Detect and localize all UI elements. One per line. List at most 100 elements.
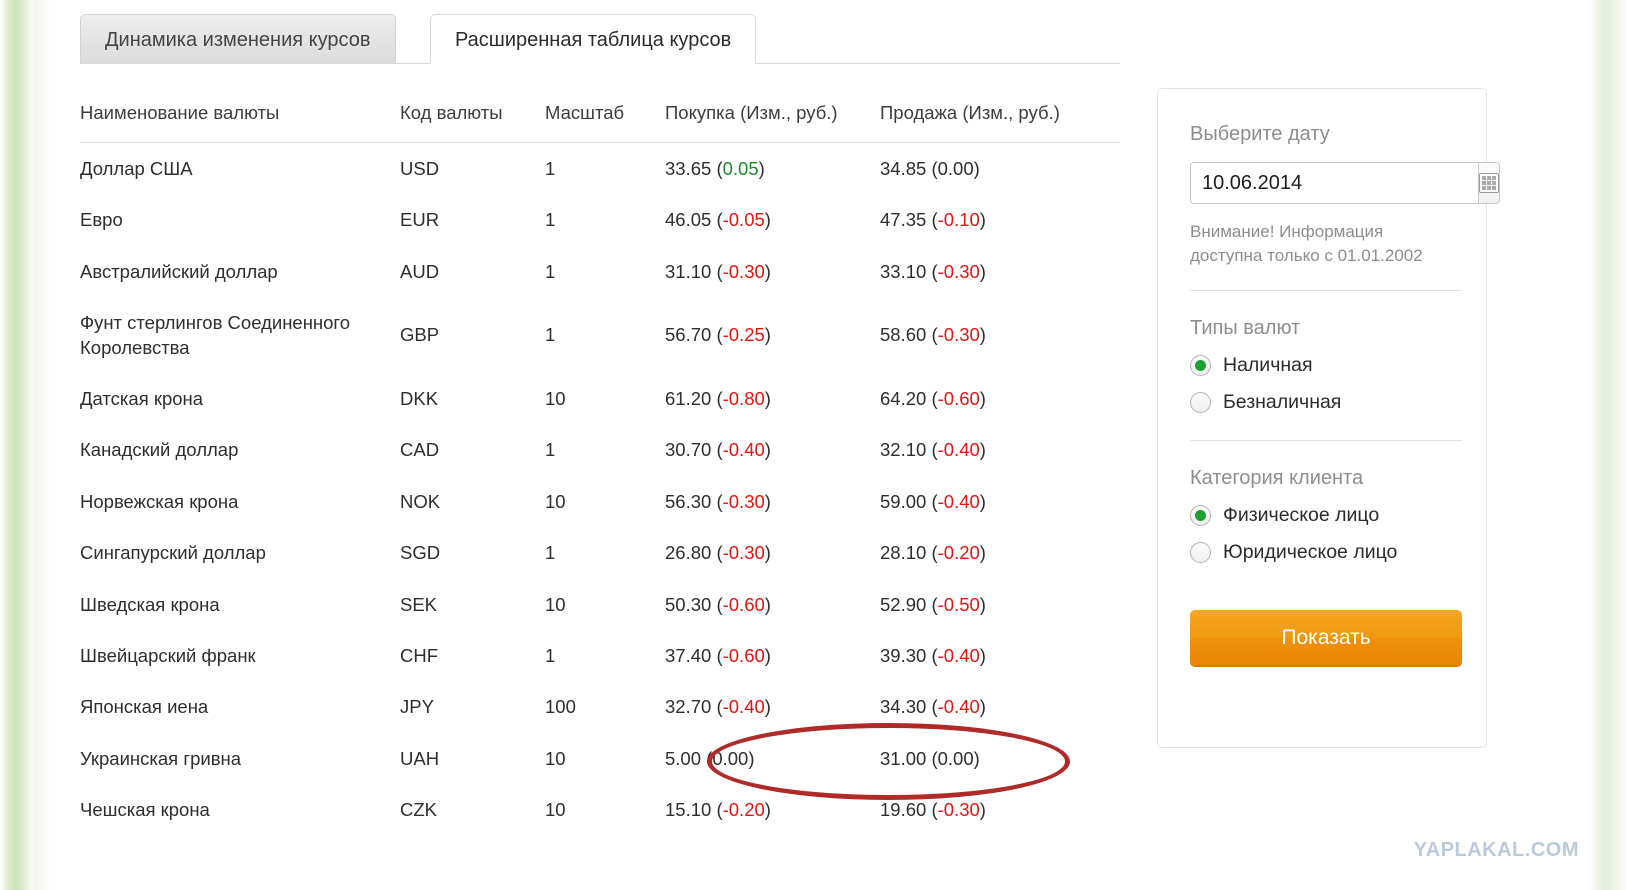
cell-sell: 39.30 (-0.40) xyxy=(880,630,1120,681)
cell-sell-delta: 0.00 xyxy=(937,158,974,179)
cell-sell: 34.85 (0.00) xyxy=(880,143,1120,195)
cell-sell: 28.10 (-0.20) xyxy=(880,527,1120,578)
radio-currency-type-cash[interactable]: Наличная xyxy=(1190,354,1456,377)
table-row: Сингапурский доллар SGD 1 26.80 (-0.30) 28.1… xyxy=(80,527,1120,578)
cell-sell-delta: -0.30 xyxy=(937,260,980,282)
cell-sell-delta: -0.40 xyxy=(937,490,980,512)
cell-sell: 52.90 (-0.50) xyxy=(880,579,1120,630)
paren-close: ) xyxy=(764,645,771,667)
cell-sell-value: 28.10 xyxy=(880,542,932,564)
page-frame-inner-left xyxy=(34,0,52,890)
radio-client-legal-entity[interactable]: Юридическое лицо xyxy=(1190,541,1456,564)
cell-sell: 59.00 (-0.40) xyxy=(880,476,1120,527)
cell-scale: 1 xyxy=(545,260,556,282)
cell-scale: 10 xyxy=(545,747,566,769)
cell-sell-value: 58.60 xyxy=(880,324,932,346)
panel-divider-2 xyxy=(1190,440,1462,442)
cell-buy-value: 26.80 xyxy=(665,542,717,564)
cell-currency-name: Датская крона xyxy=(80,388,204,410)
cell-sell-value: 33.10 xyxy=(880,260,932,282)
cell-sell-value: 47.35 xyxy=(880,209,932,231)
table-row: Украинская гривна UAH 10 5.00 (0.00) 31.00 (… xyxy=(80,733,1120,784)
paren-close: ) xyxy=(764,324,771,346)
cell-sell-value: 34.85 xyxy=(880,158,932,179)
content-area: Динамика изменения курсов Расширенная та… xyxy=(52,0,1587,890)
cell-scale: 10 xyxy=(545,388,566,410)
cell-buy-delta: -0.40 xyxy=(722,439,765,461)
table-row: Доллар США USD 1 33.65 (0.05) 34.85 (0.00) xyxy=(80,143,1120,195)
page-frame-right xyxy=(1587,0,1627,890)
paren-close: ) xyxy=(973,158,980,179)
calendar-button[interactable] xyxy=(1478,162,1500,204)
paren-close: ) xyxy=(764,260,771,282)
tab-extended-rates-table[interactable]: Расширенная таблица курсов xyxy=(430,14,757,64)
cell-sell: 34.30 (-0.40) xyxy=(880,681,1120,732)
cell-currency-name: Шведская крона xyxy=(80,593,220,615)
cell-scale: 1 xyxy=(545,209,556,231)
cell-buy-value: 46.05 xyxy=(665,209,717,231)
table-header: Наименование валюты Код валюты Масштаб П… xyxy=(80,96,1120,143)
cell-currency-name: Швейцарский франк xyxy=(80,645,256,667)
cell-scale: 1 xyxy=(545,158,556,179)
calendar-icon xyxy=(1479,173,1499,193)
tab-rate-dynamics[interactable]: Динамика изменения курсов xyxy=(80,14,396,64)
cell-currency-code: NOK xyxy=(400,490,441,512)
column-header-sell: Продажа (Изм., руб.) xyxy=(880,96,1120,143)
cell-currency-code: GBP xyxy=(400,324,440,346)
cell-buy-delta: -0.05 xyxy=(722,209,765,231)
site-watermark: YAPLAKAL.COM xyxy=(1413,839,1579,861)
client-category-title: Категория клиента xyxy=(1190,467,1364,490)
cell-currency-code: SGD xyxy=(400,542,441,564)
paren-close: ) xyxy=(764,490,771,512)
date-picker xyxy=(1190,162,1500,204)
cell-sell-value: 59.00 xyxy=(880,490,932,512)
paren-close: ) xyxy=(979,542,986,564)
cell-sell-value: 32.10 xyxy=(880,439,932,461)
cell-scale: 1 xyxy=(545,542,556,564)
currency-types-title: Типы валют xyxy=(1190,317,1301,340)
cell-sell: 64.20 (-0.60) xyxy=(880,373,1120,424)
radio-indicator-icon xyxy=(1190,355,1211,377)
cell-scale: 10 xyxy=(545,593,566,615)
radio-currency-type-cashless[interactable]: Безналичная xyxy=(1190,391,1456,414)
paren-close: ) xyxy=(979,388,986,410)
cell-currency-name: Норвежская крона xyxy=(80,490,239,512)
show-button[interactable]: Показать xyxy=(1190,610,1462,666)
paren-close: ) xyxy=(758,158,765,179)
cell-buy-delta: 0.00 xyxy=(712,747,749,769)
cell-sell-delta: -0.30 xyxy=(937,799,980,821)
cell-sell-delta: -0.60 xyxy=(937,388,980,410)
cell-sell-value: 39.30 xyxy=(880,645,932,667)
tab-bar: Динамика изменения курсов Расширенная та… xyxy=(80,14,1120,73)
radio-currency-type-cashless-label: Безналичная xyxy=(1223,391,1342,414)
table-row: Швейцарский франк CHF 1 37.40 (-0.60) 39.30 … xyxy=(80,630,1120,681)
cell-currency-code: SEK xyxy=(400,593,438,615)
cell-buy-value: 31.10 xyxy=(665,260,717,282)
cell-scale: 10 xyxy=(545,799,566,821)
cell-buy-value: 15.10 xyxy=(665,799,717,821)
date-picker-title: Выберите дату xyxy=(1190,123,1330,145)
date-input[interactable] xyxy=(1190,162,1478,204)
cell-buy: 56.70 (-0.25) xyxy=(665,297,880,373)
cell-buy-value: 50.30 xyxy=(665,593,717,615)
cell-sell-delta: -0.20 xyxy=(937,542,980,564)
radio-client-individual[interactable]: Физическое лицо xyxy=(1190,504,1456,527)
panel-divider-1 xyxy=(1190,290,1462,292)
cell-currency-code: EUR xyxy=(400,209,440,231)
radio-client-legal-entity-label: Юридическое лицо xyxy=(1223,541,1398,564)
cell-buy: 30.70 (-0.40) xyxy=(665,424,880,475)
page-frame-left xyxy=(0,0,34,890)
cell-buy-delta: -0.60 xyxy=(722,645,765,667)
cell-currency-name: Чешская крона xyxy=(80,799,210,821)
paren-close: ) xyxy=(979,490,986,512)
radio-currency-type-cash-label: Наличная xyxy=(1223,354,1313,377)
cell-buy-value: 33.65 xyxy=(665,158,717,179)
radio-indicator-icon xyxy=(1190,542,1211,564)
paren-close: ) xyxy=(764,209,771,231)
table-row: Чешская крона CZK 10 15.10 (-0.20) 19.60 (-0… xyxy=(80,784,1120,835)
cell-sell-delta: -0.30 xyxy=(937,324,980,346)
cell-scale: 10 xyxy=(545,490,566,512)
cell-currency-code: CAD xyxy=(400,439,440,461)
cell-buy-value: 37.40 xyxy=(665,645,717,667)
paren-close: ) xyxy=(979,593,986,615)
